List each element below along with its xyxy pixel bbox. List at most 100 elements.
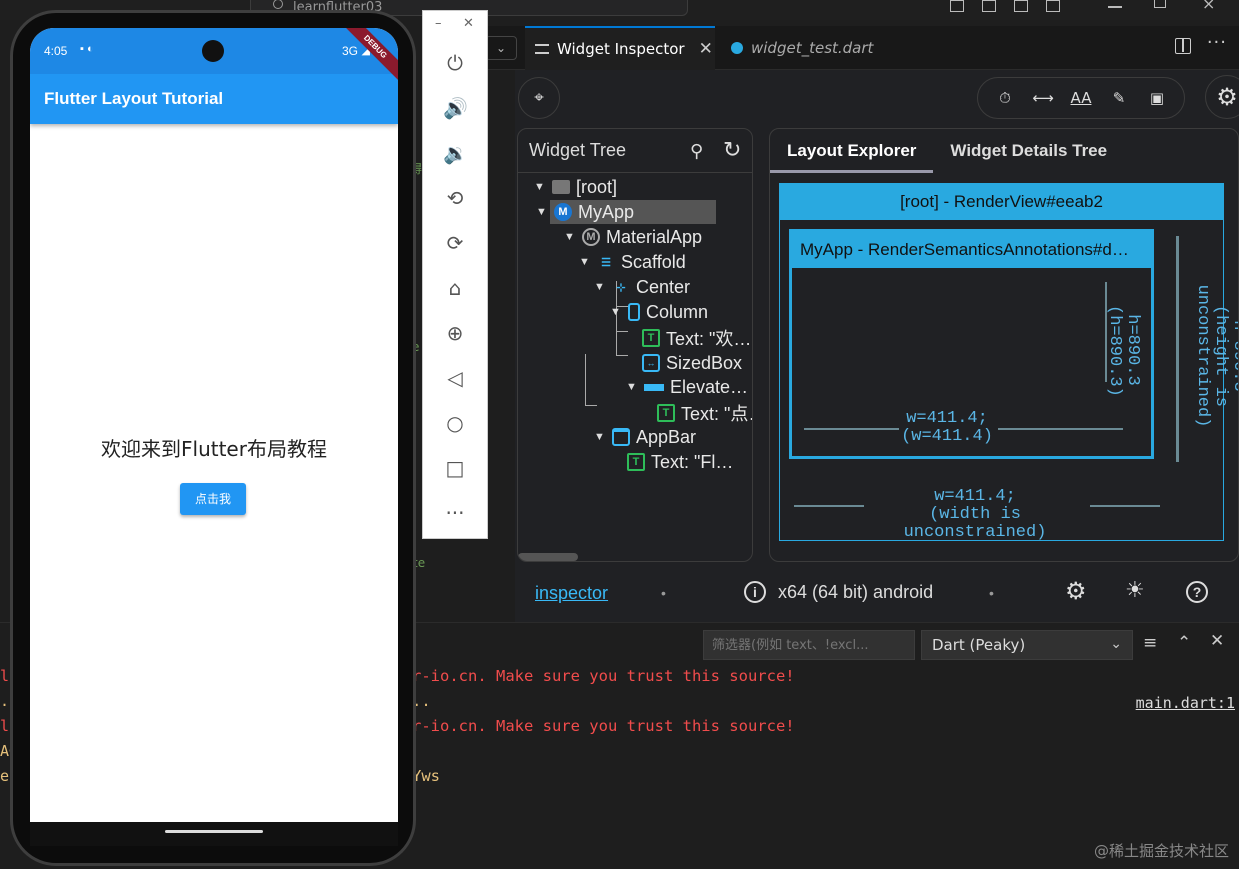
layout-explorer-panel: Layout Explorer Widget Details Tree [roo…: [769, 128, 1239, 562]
layout-buttons: [950, 0, 1060, 16]
tree-node-elevatedbutton[interactable]: ▼ Elevate…: [626, 375, 748, 399]
render-view-title: [root] - RenderView#eeab2: [780, 184, 1223, 220]
minimize-icon[interactable]: [1108, 6, 1122, 8]
search-icon[interactable]: ⚲: [690, 141, 703, 162]
chevron-down-icon[interactable]: ▼: [594, 431, 606, 443]
close-panel-icon[interactable]: ✕: [1210, 631, 1224, 651]
tab-widget-details-tree[interactable]: Widget Details Tree: [933, 129, 1124, 173]
tree-node-text-fl[interactable]: T Text: "Fl…: [627, 450, 733, 474]
tree-node-scaffold[interactable]: ▼ ☰ Scaffold: [579, 250, 686, 274]
click-me-button[interactable]: 点击我: [180, 483, 246, 515]
select-widget-mode-button[interactable]: ⌖: [518, 77, 560, 119]
phone-screen[interactable]: 4:05 ▪ ◐ 3G ◢ DEBUG Flutter Layout Tutor…: [30, 28, 398, 824]
split-editor-icon[interactable]: [1175, 38, 1191, 54]
chevron-up-icon[interactable]: ⌃: [1177, 633, 1191, 653]
dropdown-button[interactable]: ⌄: [485, 36, 517, 60]
tab-widget-test[interactable]: widget_test.dart: [721, 26, 896, 70]
volume-down-icon[interactable]: 🔉: [443, 141, 468, 165]
home-indicator[interactable]: [165, 830, 263, 833]
tree-node-center[interactable]: ▼ ⊹ Center: [594, 275, 690, 299]
platform-label: x64 (64 bit) android: [778, 582, 934, 602]
repaint-icon[interactable]: ✎: [1106, 89, 1132, 107]
baselines-icon[interactable]: AA: [1068, 89, 1094, 107]
home-icon[interactable]: ○: [443, 411, 467, 435]
chevron-down-icon[interactable]: ▼: [610, 306, 622, 318]
chevron-down-icon: ⌄: [1110, 636, 1122, 652]
chevron-down-icon[interactable]: ▼: [564, 231, 576, 243]
devtools-status-bar: inspector • i x64 (64 bit) android • ⚙ ☀…: [515, 565, 1239, 622]
zoom-icon[interactable]: ⊕: [443, 321, 467, 345]
tree-node-label: [root]: [576, 176, 618, 197]
more-icon[interactable]: ···: [443, 501, 467, 525]
clear-output-icon[interactable]: ≡: [1143, 633, 1157, 653]
myapp-render-title: MyApp - RenderSemanticsAnnotations#d…: [792, 232, 1151, 268]
settings-icon[interactable]: ⚙: [1065, 577, 1087, 606]
output-filter-input[interactable]: [703, 630, 915, 660]
horizontal-scrollbar[interactable]: [518, 553, 578, 561]
tree-node-root[interactable]: ▼ [root]: [534, 175, 617, 199]
rotate-left-icon[interactable]: ⟲: [443, 186, 467, 210]
scaffold-icon: ☰: [601, 256, 611, 269]
network-label: 3G: [341, 44, 358, 58]
tree-node-text-click[interactable]: T Text: "点…: [657, 401, 752, 425]
watermark: @稀土掘金技术社区: [1093, 842, 1229, 860]
chevron-down-icon[interactable]: ▼: [579, 256, 591, 268]
back-icon[interactable]: ◁: [443, 366, 467, 390]
tree-node-appbar[interactable]: ▼ AppBar: [594, 425, 696, 449]
restore-icon[interactable]: [1154, 0, 1166, 8]
text-widget-icon: T: [642, 329, 660, 347]
chevron-down-icon[interactable]: ▼: [534, 181, 546, 193]
search-icon: [273, 0, 283, 9]
myapp-render-box[interactable]: MyApp - RenderSemanticsAnnotations#d… h=…: [789, 229, 1154, 459]
tree-node-myapp[interactable]: ▼ M MyApp: [536, 200, 716, 224]
chevron-down-icon[interactable]: ▼: [626, 381, 638, 393]
help-icon[interactable]: ?: [1186, 581, 1208, 603]
volume-up-icon[interactable]: 🔊: [443, 96, 468, 120]
camera-screenshot-icon[interactable]: ⌂: [443, 276, 467, 300]
source-link[interactable]: main.dart:1: [1136, 694, 1235, 712]
toggle-secondary-sidebar-icon[interactable]: [1014, 0, 1028, 12]
text-widget-icon: T: [627, 453, 645, 471]
image-icon[interactable]: ▣: [1144, 89, 1170, 107]
tree-node-label: MyApp: [578, 201, 635, 222]
output-line: r-io.cn. Make sure you trust this source…: [412, 667, 795, 685]
timer-icon[interactable]: ⏱: [992, 89, 1018, 107]
power-icon[interactable]: ⏻: [443, 51, 467, 75]
toggle-sidebar-icon[interactable]: [950, 0, 964, 12]
render-view-box: [root] - RenderView#eeab2 MyApp - Render…: [779, 183, 1238, 542]
overview-icon[interactable]: □: [443, 456, 467, 480]
toggle-panel-icon[interactable]: [982, 0, 996, 12]
devtools-toolbar: ⌖ ⏱ ⟷ AA ✎ ▣ ⚙: [515, 70, 1239, 125]
refresh-icon[interactable]: ↻: [723, 138, 741, 163]
info-icon: i: [744, 581, 766, 603]
tab-label: widget_test.dart: [751, 39, 874, 57]
close-icon[interactable]: ×: [1202, 0, 1215, 13]
output-channel-select[interactable]: Dart (Peaky) ⌄: [921, 630, 1133, 660]
bug-icon[interactable]: ☀: [1125, 577, 1145, 603]
tree-node-materialapp[interactable]: ▼ M MaterialApp: [564, 225, 702, 249]
customize-layout-icon[interactable]: [1046, 0, 1060, 12]
tree-node-text-welcome[interactable]: T Text: "欢…: [642, 326, 751, 350]
minimize-icon[interactable]: –: [435, 16, 442, 31]
guidelines-icon[interactable]: ⟷: [1030, 89, 1056, 107]
chevron-down-icon[interactable]: ▼: [536, 206, 548, 218]
tree-node-column[interactable]: ▼ Column: [610, 300, 708, 324]
tree-node-sizedbox[interactable]: ↔ SizedBox: [642, 351, 742, 375]
chevron-down-icon[interactable]: ▼: [594, 281, 606, 293]
inspector-link[interactable]: inspector: [535, 583, 608, 604]
rotate-right-icon[interactable]: ⟳: [443, 231, 467, 255]
notification-icons: ▪ ◐: [80, 43, 94, 55]
outer-width-label: w=411.4; (width is unconstrained): [903, 487, 1047, 542]
more-actions-icon[interactable]: ···: [1207, 32, 1227, 53]
tab-widget-inspector[interactable]: Widget Inspector ✕: [525, 26, 715, 70]
separator-dot: •: [989, 585, 994, 601]
tab-layout-explorer[interactable]: Layout Explorer: [770, 129, 934, 173]
settings-gear-button[interactable]: ⚙: [1205, 75, 1239, 119]
widget-tree-title: Widget Tree: [529, 140, 627, 160]
tree-node-label: Text: "Fl…: [651, 451, 734, 472]
tree-node-label: Column: [646, 301, 709, 322]
devtools-panel: ⌖ ⏱ ⟷ AA ✎ ▣ ⚙ Widget Tree ⚲ ↻ ▼ [root]: [515, 70, 1239, 622]
tree-node-label: AppBar: [636, 426, 697, 447]
close-icon[interactable]: ✕: [463, 16, 474, 31]
close-icon[interactable]: ✕: [699, 39, 713, 59]
